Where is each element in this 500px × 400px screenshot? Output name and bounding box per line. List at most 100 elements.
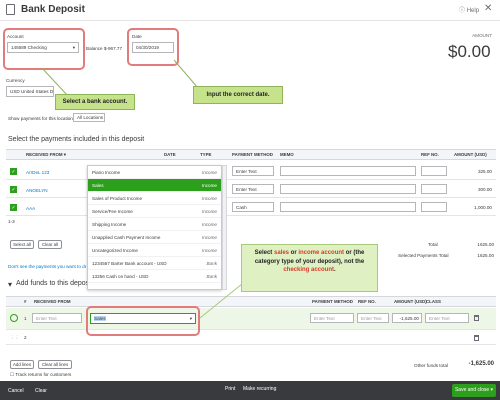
total-value: 1625.00 — [477, 242, 494, 247]
row-ref[interactable] — [421, 184, 447, 194]
chevron-down-icon: ▾ — [72, 45, 75, 50]
option-type: Income — [201, 235, 217, 240]
account-balance: Balance $-967.77 — [86, 46, 123, 51]
account-label: Account — [7, 34, 24, 39]
option-type: Income — [201, 170, 217, 175]
row-received-from[interactable]: ArrDeL 123 — [26, 170, 49, 175]
dropdown-option[interactable]: Service/Fee Income Income — [88, 205, 221, 218]
row-ref[interactable] — [421, 166, 447, 176]
dropdown-option[interactable]: Uncategorized Income Income — [88, 244, 221, 257]
selected-total-label: Selected Payments Total — [398, 253, 449, 258]
selected-total-value: 1625.00 — [477, 253, 494, 258]
option-name: Uncategorized Income — [92, 248, 138, 253]
dropdown-scrollbar[interactable] — [222, 165, 227, 290]
other-funds-total-value: -1,625.00 — [468, 361, 494, 367]
row-checkbox[interactable]: ✓ — [10, 204, 17, 211]
trash-icon[interactable] — [474, 315, 479, 321]
funds-ref-input[interactable]: Enter Text — [357, 313, 389, 323]
clear-all-lines-button[interactable]: Clear all lines — [38, 360, 72, 369]
clear-button[interactable]: Clear — [35, 388, 47, 394]
option-name: Shipping Income — [92, 222, 127, 227]
show-payments-label: Show payments for this location — [8, 116, 73, 121]
save-and-close-button[interactable]: Save and close ▾ — [452, 384, 496, 397]
option-type: Bank — [206, 261, 217, 266]
sales-callout-pointer — [199, 283, 243, 319]
amount-label: AMOUNT — [472, 33, 492, 38]
row-ref[interactable] — [421, 202, 447, 212]
col-funds-class: CLASS — [426, 299, 441, 304]
close-icon[interactable]: ✕ — [484, 3, 492, 14]
col-amount: AMOUNT (USD) — [454, 152, 487, 157]
deposit-document-icon — [6, 4, 15, 15]
option-type: Income — [201, 183, 217, 188]
clear-all-button[interactable]: Clear all — [38, 240, 62, 249]
row-received-from[interactable]: ANOELYN — [26, 188, 48, 193]
funds-payment-method-input[interactable]: Enter Text — [310, 313, 354, 323]
row-amount: 300.00 — [477, 187, 492, 192]
funds-amount-input[interactable]: -1,625.00 — [392, 313, 422, 323]
sales-callout: Select sales or income account or (the c… — [241, 244, 378, 292]
col-payment-method: PAYMENT METHOD — [232, 152, 273, 157]
radio-selected-icon[interactable] — [10, 314, 18, 322]
missing-payments-link[interactable]: Don't see the payments you want to depos… — [8, 264, 86, 269]
add-lines-button[interactable]: Add lines — [10, 360, 34, 369]
row-memo[interactable] — [280, 184, 416, 194]
col-memo: MEMO — [280, 152, 294, 157]
funds-section-title: Add funds to this deposit — [16, 280, 93, 287]
col-type: TYPE — [200, 152, 212, 157]
other-funds-total-label: Other funds total — [414, 363, 448, 368]
option-name: Sales of Product Income — [92, 196, 143, 201]
dropdown-option[interactable]: Shipping Income Income — [88, 218, 221, 231]
funds-row-number: 2 — [24, 335, 27, 340]
row-payment-method[interactable]: Enter Text — [232, 166, 274, 176]
dropdown-option[interactable]: 1234567 Barter Bank account - USD Bank — [88, 257, 221, 270]
page-title: Bank Deposit — [21, 4, 85, 15]
date-input[interactable]: 04/30/2019 — [132, 42, 174, 53]
row-amount: 325.00 — [477, 169, 492, 174]
funds-row-number: 1 — [24, 316, 27, 321]
col-funds-payment-method: PAYMENT METHOD — [312, 299, 353, 304]
funds-received-from-input[interactable]: Enter Text — [32, 313, 82, 323]
trash-icon[interactable] — [474, 335, 479, 341]
funds-account-value: Sales — [94, 316, 106, 321]
col-ref-no: REF NO. — [421, 152, 439, 157]
callout-text: Select — [254, 250, 274, 256]
make-recurring-button[interactable]: Make recurring — [243, 386, 276, 392]
dropdown-option[interactable]: Sales of Product Income Income — [88, 192, 221, 205]
cancel-button[interactable]: Cancel — [8, 388, 24, 394]
payments-section-title: Select the payments included in this dep… — [8, 136, 145, 143]
row-memo[interactable] — [280, 202, 416, 212]
track-returns-label: Track returns for customers — [15, 372, 72, 377]
account-callout: Select a bank account. — [55, 94, 135, 110]
option-name: Service/Fee Income — [92, 209, 133, 214]
account-select[interactable]: 145689 Checking ▾ — [7, 42, 79, 53]
drag-handle-icon[interactable]: ⋮⋮ — [10, 335, 19, 341]
option-name: Piano Income — [92, 170, 121, 175]
track-returns-checkbox[interactable]: ☐ Track returns for customers — [10, 372, 71, 378]
dropdown-option[interactable]: Piano Income Income — [88, 166, 221, 179]
print-button[interactable]: Print — [225, 386, 235, 392]
help-button[interactable]: ⓘ Help — [459, 5, 479, 14]
funds-class-input[interactable]: Enter Text — [425, 313, 469, 323]
row-checkbox[interactable]: ✓ — [10, 186, 17, 193]
row-received-from[interactable]: AAA — [26, 206, 35, 211]
row-memo[interactable] — [280, 166, 416, 176]
col-date: DATE — [164, 152, 176, 157]
option-type: Income — [201, 248, 217, 253]
chevron-down-icon: ▾ — [189, 316, 192, 321]
dropdown-option[interactable]: Unapplied Cash Payment Income Income — [88, 231, 221, 244]
callout-highlight: checking account — [283, 267, 334, 273]
row-payment-method[interactable]: Enter Text — [232, 184, 274, 194]
dropdown-option-selected[interactable]: Sales Income — [88, 179, 221, 192]
location-select[interactable]: All Locations — [73, 113, 105, 122]
currency-label: Currency — [6, 78, 25, 83]
funds-account-select[interactable]: Sales ▾ — [90, 313, 196, 324]
range-label: 1-3 — [8, 219, 15, 224]
row-payment-method[interactable]: Cash — [232, 202, 274, 212]
select-all-button[interactable]: Select all — [10, 240, 34, 249]
expand-chevron-icon[interactable]: ▾ — [8, 280, 12, 289]
option-type: Income — [201, 222, 217, 227]
row-checkbox[interactable]: ✓ — [10, 168, 17, 175]
col-received-from[interactable]: RECEIVED FROM ▾ — [26, 152, 66, 158]
header-divider — [0, 20, 500, 21]
